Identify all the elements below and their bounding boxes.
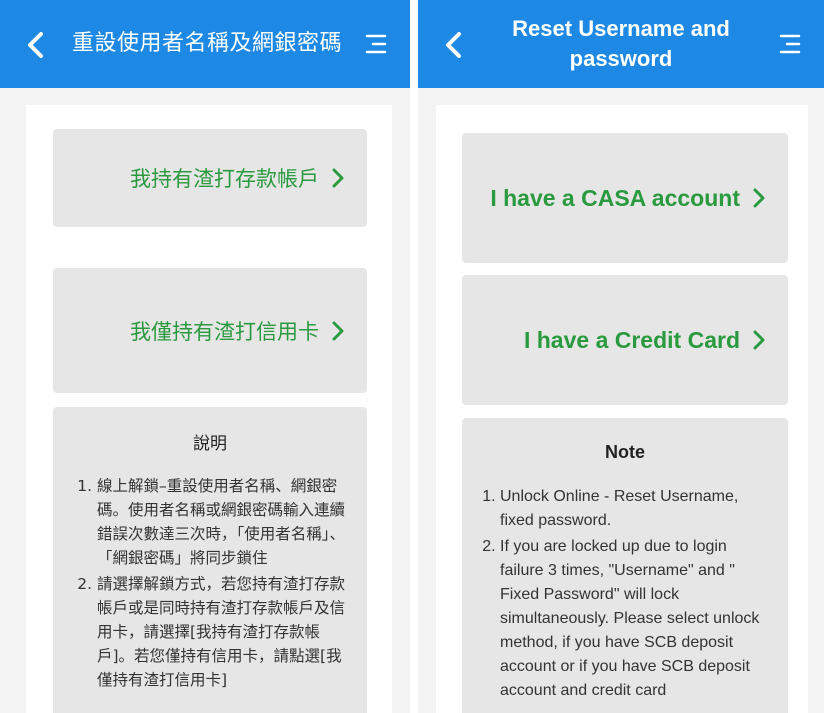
note-item: 請選擇解鎖方式，若您持有渣打存款帳戶或是同時持有渣打存款帳戶及信用卡，請選擇[我… <box>97 572 349 692</box>
chevron-right-icon <box>753 188 765 208</box>
back-button[interactable] <box>10 20 60 70</box>
chevron-right-icon <box>332 321 344 340</box>
casa-account-option[interactable]: 我持有渣打存款帳戶 <box>53 129 367 227</box>
content-card: I have a CASA account I have a Credit Ca… <box>436 105 808 713</box>
note-item: 線上解鎖–重設使用者名稱、網銀密碼。使用者名稱或網銀密碼輸入連續錯誤次數達三次時… <box>97 474 349 570</box>
reset-panel-english: Reset Username and password I have a CAS… <box>418 0 824 713</box>
option-label: 我僅持有渣打信用卡 <box>130 319 319 344</box>
back-button[interactable] <box>428 20 478 70</box>
option-label: 我持有渣打存款帳戶 <box>130 167 319 191</box>
app-header: Reset Username and password <box>418 0 824 88</box>
note-box: Note Unlock Online - Reset Username, fix… <box>462 418 788 713</box>
note-box: 說明 線上解鎖–重設使用者名稱、網銀密碼。使用者名稱或網銀密碼輸入連續錯誤次數達… <box>53 407 367 713</box>
chevron-right-icon <box>753 330 765 350</box>
note-title: Note <box>605 442 645 462</box>
chevron-left-icon <box>28 32 43 58</box>
note-list: Unlock Online - Reset Username, fixed pa… <box>462 485 788 703</box>
option-label: I have a Credit Card <box>523 326 740 353</box>
reset-panel-chinese: 重設使用者名稱及網銀密碼 我持有渣打存款帳戶 我僅持有渣打信用卡 說明 線 <box>0 0 410 713</box>
app-header: 重設使用者名稱及網銀密碼 <box>0 0 410 88</box>
chevron-right-icon <box>332 168 344 188</box>
note-item: Unlock Online - Reset Username, fixed pa… <box>500 485 770 533</box>
chevron-left-icon <box>446 32 461 58</box>
page-title: 重設使用者名稱及網銀密碼 <box>72 31 343 56</box>
casa-account-option[interactable]: I have a CASA account <box>462 133 788 263</box>
note-item: If you are locked up due to login failur… <box>500 535 770 703</box>
credit-card-option[interactable]: 我僅持有渣打信用卡 <box>53 268 367 393</box>
option-label: I have a CASA account <box>490 184 740 211</box>
page-title: Reset Username and password <box>512 16 730 71</box>
credit-card-option[interactable]: I have a Credit Card <box>462 275 788 405</box>
note-list: 線上解鎖–重設使用者名稱、網銀密碼。使用者名稱或網銀密碼輸入連續錯誤次數達三次時… <box>53 474 367 692</box>
menu-button[interactable] <box>770 24 810 64</box>
menu-icon <box>365 34 387 54</box>
note-title: 說明 <box>193 434 227 454</box>
menu-button[interactable] <box>356 24 396 64</box>
content-card: 我持有渣打存款帳戶 我僅持有渣打信用卡 說明 線上解鎖–重設使用者名稱、網銀密碼… <box>26 105 392 713</box>
menu-icon <box>779 34 801 54</box>
